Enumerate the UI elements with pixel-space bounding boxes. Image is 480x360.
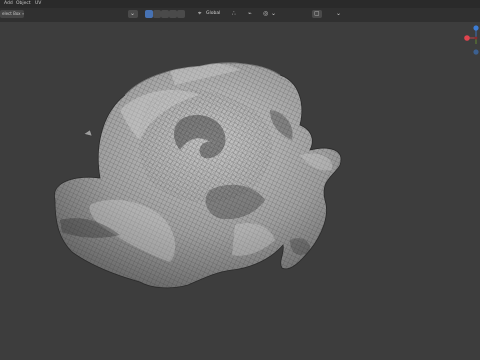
- snap-icon[interactable]: ⌁: [248, 10, 252, 18]
- chevron-down-icon[interactable]: ⌄: [271, 10, 276, 18]
- chevron-down-icon: ⌄: [130, 10, 136, 17]
- select-mode-new-button[interactable]: [145, 10, 153, 18]
- navigation-gizmo[interactable]: [462, 22, 480, 60]
- pivot-point-icon[interactable]: ∴: [232, 10, 236, 18]
- transform-orientation-dropdown[interactable]: Global: [206, 10, 220, 18]
- overlay-icon: ▢: [314, 10, 320, 17]
- menu-bar: Add Object UV: [0, 0, 480, 8]
- 3d-viewport[interactable]: [0, 22, 480, 360]
- menu-add[interactable]: Add: [4, 0, 13, 8]
- select-box-dropdown[interactable]: elect Box ∙: [0, 10, 24, 18]
- x-axis-handle[interactable]: [464, 35, 470, 41]
- proportional-editing-icon[interactable]: ◎: [263, 10, 268, 18]
- select-mode-invert-button[interactable]: [169, 10, 177, 18]
- orientation-icon: ⌖: [198, 10, 202, 17]
- menu-object[interactable]: Object: [16, 0, 31, 8]
- select-mode-extend-button[interactable]: [153, 10, 161, 18]
- select-mode-intersect-button[interactable]: [177, 10, 185, 18]
- z-axis-handle[interactable]: [473, 25, 479, 31]
- select-mode-subtract-button[interactable]: [161, 10, 169, 18]
- sculpted-mesh[interactable]: [40, 55, 360, 295]
- z-axis-negative-handle[interactable]: [473, 49, 479, 55]
- viewport-header: [0, 8, 480, 22]
- chevron-down-icon[interactable]: ⌄: [336, 10, 341, 18]
- menu-uv[interactable]: UV: [35, 0, 41, 8]
